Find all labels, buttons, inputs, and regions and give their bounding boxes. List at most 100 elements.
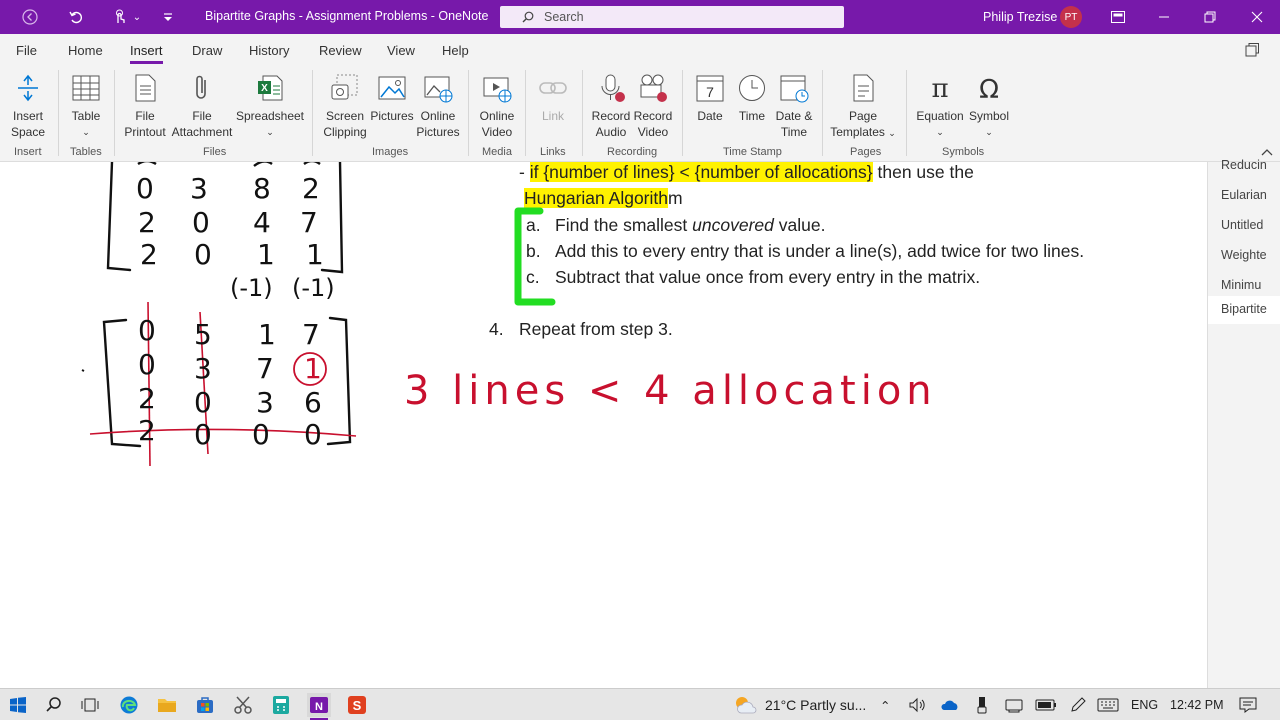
back-icon[interactable] <box>18 0 42 34</box>
link-icon <box>539 82 567 94</box>
group-label-symbols: Symbols <box>942 146 985 158</box>
cut-off-glyph <box>137 162 157 166</box>
online-pictures-button[interactable]: Online Pictures <box>416 72 460 140</box>
restore-icon[interactable] <box>1198 0 1222 34</box>
pictures-icon <box>378 76 406 100</box>
usb-device-icon[interactable] <box>970 693 994 717</box>
group-label-images: Images <box>372 146 409 158</box>
share-icon[interactable] <box>1244 42 1260 63</box>
weather-text[interactable]: 21°C Partly su... <box>765 697 866 713</box>
notifications-icon[interactable] <box>1236 693 1260 717</box>
separator <box>822 70 823 156</box>
separator <box>312 70 313 156</box>
weather-icon[interactable] <box>733 693 757 717</box>
speaker-icon[interactable] <box>905 693 929 717</box>
tab-insert[interactable]: Insert <box>130 43 163 64</box>
omega-icon: Ω <box>979 75 999 104</box>
record-audio-button[interactable]: Record Audio <box>590 72 632 140</box>
table-button[interactable]: Table ⌄ <box>66 72 106 140</box>
customize-quick-access-icon[interactable] <box>158 0 178 34</box>
pictures-button[interactable]: Pictures <box>370 72 414 124</box>
group-label-links: Links <box>540 146 566 158</box>
tab-help[interactable]: Help <box>442 43 469 58</box>
ribbon: Insert Space Table ⌄ File Printout File … <box>0 66 1280 162</box>
minimize-icon[interactable] <box>1152 0 1176 34</box>
tab-draw[interactable]: Draw <box>192 43 222 58</box>
page-item-active[interactable]: Bipartite <box>1208 296 1280 324</box>
page-canvas[interactable]: - if {number of lines} < {number of allo… <box>0 162 1207 688</box>
task-view-icon[interactable] <box>78 693 102 717</box>
link-button[interactable]: Link <box>533 72 573 124</box>
page-item[interactable]: Eularian <box>1208 182 1280 212</box>
page-templates-button[interactable]: Page Templates ⌄ <box>830 72 896 141</box>
date-button[interactable]: 7 Date <box>690 72 730 124</box>
microphone-icon <box>601 74 625 102</box>
keyboard-icon[interactable] <box>1096 693 1120 717</box>
page-item[interactable]: Weighte <box>1208 242 1280 272</box>
undo-icon[interactable] <box>64 0 88 34</box>
search-icon[interactable] <box>42 693 66 717</box>
separator <box>114 70 115 156</box>
pen-icon[interactable] <box>1066 693 1090 717</box>
insert-space-button[interactable]: Insert Space <box>8 72 48 140</box>
fullscreen-icon[interactable] <box>1108 0 1128 34</box>
recorder-app-icon[interactable]: S <box>345 693 369 717</box>
equation-button[interactable]: π Equation ⌄ <box>914 72 966 140</box>
touch-mode-icon[interactable] <box>108 0 132 34</box>
separator <box>525 70 526 156</box>
file-attachment-button[interactable]: File Attachment <box>170 72 234 140</box>
separator <box>468 70 469 156</box>
store-icon[interactable] <box>193 693 217 717</box>
user-name[interactable]: Philip Trezise <box>983 10 1057 24</box>
cut-off-glyph <box>303 162 321 165</box>
calculator-icon[interactable] <box>269 693 293 717</box>
tab-home[interactable]: Home <box>68 43 103 58</box>
title-bar: ⌄ Bipartite Graphs - Assignment Problems… <box>0 0 1280 34</box>
clock[interactable]: 12:42 PM <box>1170 698 1224 712</box>
page-item[interactable]: Reducin <box>1208 152 1280 182</box>
cut-off-glyph <box>253 162 273 167</box>
page-templates-icon <box>853 74 874 102</box>
language-indicator[interactable]: ENG <box>1131 698 1158 712</box>
online-video-icon <box>483 77 512 103</box>
edge-icon[interactable] <box>117 693 141 717</box>
svg-text:S: S <box>353 698 362 713</box>
ink-dot <box>81 369 85 372</box>
date-time-button[interactable]: Date & Time <box>773 72 815 140</box>
page-item[interactable]: Untitled <box>1208 212 1280 242</box>
group-label-files: Files <box>203 146 227 158</box>
chevron-up-icon[interactable]: ⌃ <box>880 698 890 713</box>
chevron-down-icon: ⌄ <box>82 127 90 137</box>
svg-text:X: X <box>261 83 268 94</box>
tab-history[interactable]: History <box>249 43 289 58</box>
chevron-down-icon[interactable]: ⌄ <box>130 0 144 34</box>
close-icon[interactable] <box>1245 0 1269 34</box>
windows-start-icon[interactable] <box>6 693 30 717</box>
tab-review[interactable]: Review <box>319 43 362 58</box>
table-icon <box>72 75 100 101</box>
file-printout-button[interactable]: File Printout <box>122 72 168 140</box>
separator <box>582 70 583 156</box>
online-pictures-icon <box>424 76 453 103</box>
insert-space-icon <box>18 74 38 102</box>
search-box[interactable]: Search <box>500 6 844 28</box>
time-button[interactable]: Time <box>733 72 771 124</box>
network-icon[interactable] <box>1002 693 1026 717</box>
search-placeholder: Search <box>544 10 584 24</box>
tab-file[interactable]: File <box>16 43 37 58</box>
separator <box>682 70 683 156</box>
onenote-taskbar-icon[interactable]: N <box>307 693 331 717</box>
online-video-button[interactable]: Online Video <box>476 72 518 140</box>
file-explorer-icon[interactable] <box>155 693 179 717</box>
record-video-button[interactable]: Record Video <box>632 72 674 140</box>
tab-view[interactable]: View <box>387 43 415 58</box>
screen-clipping-button[interactable]: Screen Clipping <box>322 72 368 140</box>
battery-icon[interactable] <box>1034 693 1058 717</box>
group-label-recording: Recording <box>607 146 658 158</box>
onedrive-icon[interactable] <box>938 693 962 717</box>
snipping-tool-icon[interactable] <box>231 693 255 717</box>
svg-text:7: 7 <box>706 84 714 100</box>
spreadsheet-button[interactable]: X Spreadsheet ⌄ <box>236 72 304 140</box>
avatar[interactable]: PT <box>1060 6 1082 28</box>
symbol-button[interactable]: Ω Symbol ⌄ <box>966 72 1012 140</box>
